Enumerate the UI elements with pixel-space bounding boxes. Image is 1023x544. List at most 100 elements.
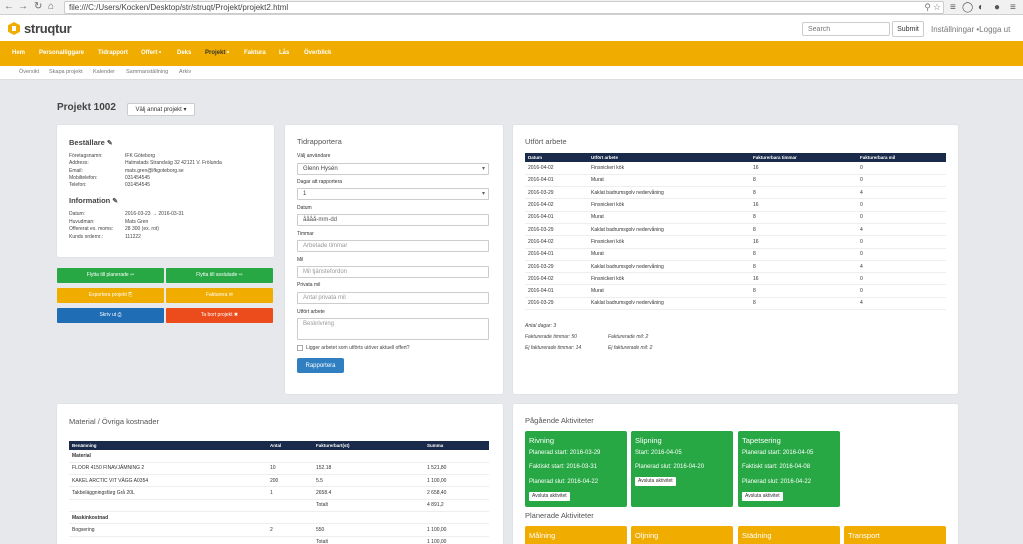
planned-activity[interactable]: Oljning	[631, 526, 733, 544]
table-header-row: Benämning Antal Fakturerbart(st) Summa	[69, 441, 489, 450]
activity-card-rivning[interactable]: Rivning Planerad start: 2016-03-29 Fakti…	[525, 431, 627, 507]
project-select-button[interactable]: Välj annat projekt ▾	[127, 103, 195, 116]
extra-work-checkbox[interactable]	[297, 345, 303, 351]
table-row: 2016-04-02 Finsnickeri kök 16 0	[525, 235, 946, 249]
table-cell	[313, 450, 424, 463]
table-cell: 0	[857, 198, 946, 212]
table-cell: 16	[750, 162, 857, 175]
print-button[interactable]: Skriv ut ⎙	[57, 308, 164, 323]
activity-card-tapetsering[interactable]: Tapetsering Planerad start: 2016-04-05 F…	[738, 431, 840, 507]
extension-icon[interactable]: ◐	[978, 2, 984, 13]
address-bar[interactable]: file:///C:/Users/Kocken/Desktop/str/stru…	[64, 1, 944, 14]
activity-card-slipning[interactable]: Slipning Start: 2016-04-05 Planerad slut…	[631, 431, 733, 507]
unbilled-mil: Ej fakturerade mil: 2	[608, 345, 653, 351]
finish-activity-button[interactable]: Avsluta aktivitet	[529, 492, 570, 501]
activity-name: Oljning	[635, 531, 659, 540]
table-row: 2016-03-29 Kaklat badrumsgolv nedervåning…	[525, 297, 946, 311]
mil-input[interactable]: Mil tjänstefordon	[297, 266, 489, 278]
app-header: struqtur Submit Inställningar •Logga ut	[0, 15, 1023, 41]
activity-line: Planerad slut: 2016-04-22	[529, 479, 599, 485]
timereport-title: Tidrapportera	[297, 137, 342, 146]
billed-hours: Fakturerade timmar: 50	[525, 334, 577, 340]
table-cell: 8	[750, 297, 857, 311]
invoice-button[interactable]: Fakturera ✉	[166, 288, 273, 303]
nav-tidrapport[interactable]: Tidrapport	[98, 50, 128, 56]
home-icon[interactable]: ⌂	[48, 2, 54, 12]
private-mil-input[interactable]: Antal privata mil	[297, 292, 489, 304]
table-cell: 0	[857, 272, 946, 286]
subnav-arkiv[interactable]: Arkiv	[179, 69, 191, 75]
nav-hem[interactable]: Hem	[12, 50, 25, 56]
table-cell: 2016-04-01	[525, 211, 588, 224]
days-select[interactable]: 1 ▾	[297, 188, 489, 200]
subnav-oversikt[interactable]: Översikt	[19, 69, 39, 75]
logout-link[interactable]: •Logga ut	[976, 25, 1010, 34]
settings-link[interactable]: Inställningar	[931, 25, 974, 34]
nav-overblick[interactable]: Överblick	[304, 50, 331, 56]
export-project-button[interactable]: Exportera projekt ⎘	[57, 288, 164, 303]
table-cell: 8	[750, 223, 857, 237]
browser-menu-icon[interactable]: ≡	[1010, 2, 1016, 13]
user-select[interactable]: Glenn Hysén ▾	[297, 163, 489, 175]
table-row: 2016-03-29 Kaklat badrumsgolv nedervåning…	[525, 186, 946, 200]
account-icon[interactable]: ●	[994, 2, 1000, 13]
ongoing-title: Pågående Aktiviteter	[525, 416, 594, 425]
customer-card: Beställare ✎ Företagsnamn: IFK Göteborg A…	[57, 125, 274, 257]
logo-icon	[8, 22, 20, 35]
logo-text[interactable]: struqtur	[24, 21, 72, 36]
work-label: Utfört arbete	[297, 309, 325, 315]
table-cell	[424, 450, 489, 463]
info-key: Huvudman:	[69, 219, 95, 225]
table-cell: 16	[750, 198, 857, 212]
back-icon[interactable]: ←	[4, 2, 14, 12]
col-sum: Summa	[424, 441, 489, 450]
activity-line: Faktiskt start: 2016-04-08	[742, 464, 811, 470]
forward-icon[interactable]: →	[18, 2, 28, 12]
nav-faktura[interactable]: Faktura	[244, 50, 266, 56]
move-to-finished-button[interactable]: Flytta till avslutade ⇨	[166, 268, 273, 283]
table-cell: 200	[267, 474, 313, 488]
col-date: Datum	[525, 153, 588, 162]
pencil-icon[interactable]: ✎	[112, 198, 118, 205]
planned-activity[interactable]: Målning	[525, 526, 627, 544]
table-row: KAKEL ARCTIC VIT VÄGG A0354 200 5.5 1 100,0…	[69, 474, 489, 488]
work-description-textarea[interactable]: Beskrivning	[297, 318, 489, 340]
nav-deks[interactable]: Deks	[177, 50, 191, 56]
subnav-skapa-projekt[interactable]: Skapa projekt	[49, 69, 83, 75]
reload-icon[interactable]: ↻	[34, 2, 42, 12]
opera-icon[interactable]: ◯	[962, 2, 973, 13]
activity-name: Städning	[742, 531, 772, 540]
nav-las[interactable]: Lås	[279, 50, 289, 56]
delete-project-button[interactable]: Ta bort projekt ✖	[166, 308, 273, 323]
table-cell: 0	[857, 235, 946, 249]
customer-key: Telefon:	[69, 182, 87, 188]
finish-activity-button[interactable]: Avsluta aktivitet	[742, 492, 783, 501]
planned-activity[interactable]: Städning	[738, 526, 840, 544]
pencil-icon[interactable]: ✎	[107, 140, 113, 147]
table-row: 2016-04-01 Murat 8 0	[525, 284, 946, 298]
activity-line: Start: 2016-04-05	[635, 450, 682, 456]
hours-input[interactable]: Arbetade timmar	[297, 240, 489, 252]
billed-mil: Fakturerade mil: 2	[608, 334, 649, 340]
move-to-planned-button[interactable]: Flytta till planerade ⇦	[57, 268, 164, 283]
report-button[interactable]: Rapportera	[297, 358, 344, 373]
menu-icon-1[interactable]: ≡	[950, 2, 956, 13]
subnav-kalender[interactable]: Kalender	[93, 69, 115, 75]
bookmark-star-icon[interactable]: ☆	[933, 2, 941, 13]
subnav-sammanstallning[interactable]: Sammanställning	[126, 69, 168, 75]
planned-activity[interactable]: Transport	[844, 526, 946, 544]
finish-activity-button[interactable]: Avsluta aktivitet	[635, 477, 676, 486]
nav-personalliggare[interactable]: Personalliggare	[39, 50, 84, 56]
nav-projekt[interactable]: Projekt	[205, 50, 230, 56]
date-input[interactable]: åååå-mm-dd	[297, 214, 489, 226]
user-links: Inställningar •Logga ut	[931, 25, 1010, 34]
col-count: Antal	[267, 441, 313, 450]
table-row: 2016-04-01 Murat 8 0	[525, 174, 946, 188]
zoom-icon[interactable]: ⚲	[924, 2, 931, 13]
submit-button[interactable]: Submit	[892, 21, 924, 37]
table-cell: Totalt	[313, 499, 424, 512]
customer-key: Email:	[69, 168, 83, 174]
search-input[interactable]	[802, 22, 890, 36]
activity-line: Planerad slut: 2016-04-22	[742, 479, 812, 485]
nav-offert[interactable]: Offert	[141, 50, 162, 56]
